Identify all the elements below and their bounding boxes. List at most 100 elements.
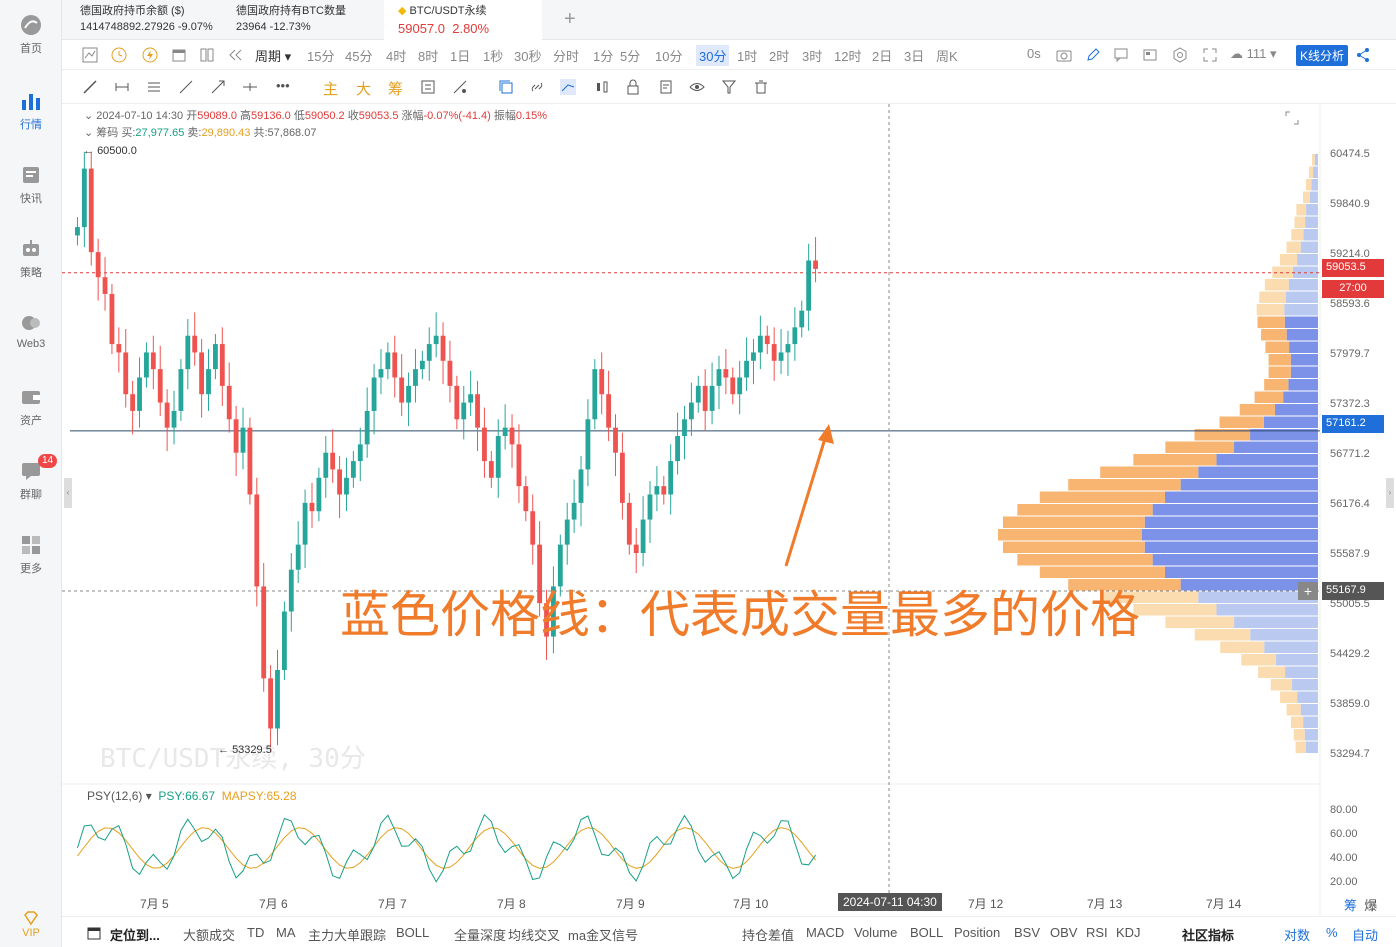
bottom-indicator-item[interactable]: BSV: [1014, 925, 1040, 940]
chip-toggle[interactable]: 筹: [388, 78, 403, 99]
bottom-left-item[interactable]: 主力大单跟踪: [308, 925, 386, 944]
camera-icon[interactable]: [1056, 47, 1072, 63]
sidebar-item-assets[interactable]: 资产: [0, 386, 62, 428]
cloud-sync[interactable]: ☁ 111 ▾: [1230, 46, 1277, 62]
bottom-indicator-item[interactable]: MACD: [806, 925, 844, 940]
bottom-left-item[interactable]: TD: [247, 925, 264, 940]
sidebar-item-home[interactable]: 首页: [0, 14, 62, 56]
interval-1[interactable]: 45分: [345, 46, 372, 65]
period-dropdown[interactable]: 周期 ▾: [255, 46, 291, 65]
ray-icon[interactable]: [178, 79, 194, 95]
parallel-lines-icon[interactable]: [146, 79, 162, 95]
template-icon[interactable]: [1142, 47, 1158, 63]
lightning-icon[interactable]: [142, 47, 158, 63]
clock-icon[interactable]: [111, 47, 127, 63]
axis-mode-item[interactable]: 自动: [1352, 925, 1378, 944]
bottom-indicator-item[interactable]: 持仓差值: [742, 925, 794, 944]
interval-2[interactable]: 4时: [386, 46, 406, 65]
sidebar-item-strategy[interactable]: 策略: [0, 238, 62, 280]
right-collapse-handle[interactable]: ›: [1386, 478, 1394, 508]
rewind-icon[interactable]: [227, 47, 243, 63]
interval-4[interactable]: 1日: [450, 46, 470, 65]
bottom-left-item[interactable]: MA: [276, 925, 296, 940]
axis-mode-item[interactable]: 对数: [1284, 925, 1310, 944]
chip-corner[interactable]: 筹 爆: [1344, 895, 1377, 914]
left-collapse-handle[interactable]: ‹: [64, 478, 72, 508]
chart-type-icon[interactable]: [82, 47, 98, 63]
swap-icon[interactable]: [420, 79, 436, 95]
tab-german-gov-balance[interactable]: 德国政府持币余额 ($) 1414748892.27926 -9.07%: [70, 0, 220, 40]
psy-indicator-label[interactable]: PSY(12,6) ▾ PSY:66.67 MAPSY:65.28: [87, 789, 297, 803]
bottom-left-item[interactable]: ma金叉信号: [568, 925, 638, 944]
document-icon[interactable]: [658, 79, 674, 95]
add-alert-icon[interactable]: +: [1298, 582, 1318, 600]
link-icon[interactable]: [529, 79, 545, 95]
bottom-left-item[interactable]: 全量深度: [454, 925, 506, 944]
more-tools-icon[interactable]: •••: [276, 78, 290, 93]
interval-16[interactable]: 2日: [872, 46, 892, 65]
arrow-icon[interactable]: [210, 79, 226, 95]
trash-icon[interactable]: [753, 79, 769, 95]
trendline-icon[interactable]: [82, 79, 98, 95]
sidebar-item-chat[interactable]: 14 群聊: [0, 454, 62, 502]
comment-icon[interactable]: [1113, 47, 1129, 63]
sidebar-item-market[interactable]: 行情: [0, 90, 62, 132]
interval-6[interactable]: 30秒: [514, 46, 541, 65]
bottom-indicator-item[interactable]: Volume: [854, 925, 897, 940]
fullscreen-icon[interactable]: [1202, 47, 1218, 63]
tab-btc-usdt-perp[interactable]: ◆ BTC/USDT永续 59057.0 2.80%: [384, 0, 542, 40]
interval-17[interactable]: 3日: [904, 46, 924, 65]
layout-icon[interactable]: [199, 47, 215, 63]
candle-icon[interactable]: [594, 79, 610, 95]
interval-5[interactable]: 1秒: [483, 46, 503, 65]
main-indicator-toggle[interactable]: 主: [323, 78, 338, 99]
interval-12[interactable]: 1时: [737, 46, 757, 65]
sidebar-item-vip[interactable]: VIP: [0, 910, 62, 939]
interval-10[interactable]: 10分: [655, 46, 682, 65]
sidebar-item-web3[interactable]: Web3: [0, 312, 62, 350]
interval-11[interactable]: 30分: [696, 45, 730, 66]
bottom-indicator-item[interactable]: BOLL: [910, 925, 943, 940]
interval-8[interactable]: 1分: [593, 46, 613, 65]
settings-icon[interactable]: [1172, 47, 1188, 63]
pencil-icon[interactable]: [1085, 47, 1101, 63]
candle-body: [309, 502, 315, 512]
bottom-indicator-item[interactable]: 社区指标: [1182, 925, 1234, 944]
eye-icon[interactable]: [689, 79, 705, 95]
filter-icon[interactable]: [721, 79, 737, 95]
calendar-icon[interactable]: [86, 925, 102, 941]
interval-3[interactable]: 8时: [418, 46, 438, 65]
copy-icon[interactable]: [498, 79, 514, 95]
interval-7[interactable]: 分时: [553, 46, 579, 65]
share-icon[interactable]: [1355, 47, 1371, 63]
interval-18[interactable]: 周K: [936, 46, 958, 65]
bottom-left-item[interactable]: 定位到...: [110, 925, 160, 944]
measure-icon[interactable]: [452, 79, 468, 95]
expand-icon[interactable]: [1284, 110, 1300, 126]
interval-0[interactable]: 15分: [307, 46, 334, 65]
horizontal-ray-icon[interactable]: [114, 79, 130, 95]
tab-german-gov-btc[interactable]: 德国政府持有BTC数量 23964 -12.73%: [226, 0, 376, 40]
interval-14[interactable]: 3时: [802, 46, 822, 65]
bottom-left-item[interactable]: BOLL: [396, 925, 429, 940]
candle-body: [281, 611, 287, 670]
lock-icon[interactable]: [625, 79, 641, 95]
bottom-left-item[interactable]: 均线交叉: [508, 925, 560, 944]
bottom-indicator-item[interactable]: OBV: [1050, 925, 1077, 940]
candle-body: [199, 352, 205, 395]
interval-13[interactable]: 2时: [769, 46, 789, 65]
sidebar-item-more[interactable]: 更多: [0, 534, 62, 576]
axis-mode-item[interactable]: %: [1326, 925, 1338, 940]
bottom-indicator-item[interactable]: KDJ: [1116, 925, 1141, 940]
big-order-toggle[interactable]: 大: [356, 78, 371, 99]
sidebar-item-news[interactable]: 快讯: [0, 164, 62, 206]
bottom-left-item[interactable]: 大额成交: [183, 925, 235, 944]
magnet-draw-icon[interactable]: [560, 79, 576, 95]
price-line-icon[interactable]: [242, 79, 258, 95]
interval-15[interactable]: 12时: [834, 46, 861, 65]
kline-analysis-button[interactable]: K线分析: [1296, 45, 1349, 66]
calendar-icon[interactable]: [171, 47, 187, 63]
bottom-indicator-item[interactable]: RSI: [1086, 925, 1108, 940]
bottom-indicator-item[interactable]: Position: [954, 925, 1000, 940]
interval-9[interactable]: 5分: [620, 46, 640, 65]
